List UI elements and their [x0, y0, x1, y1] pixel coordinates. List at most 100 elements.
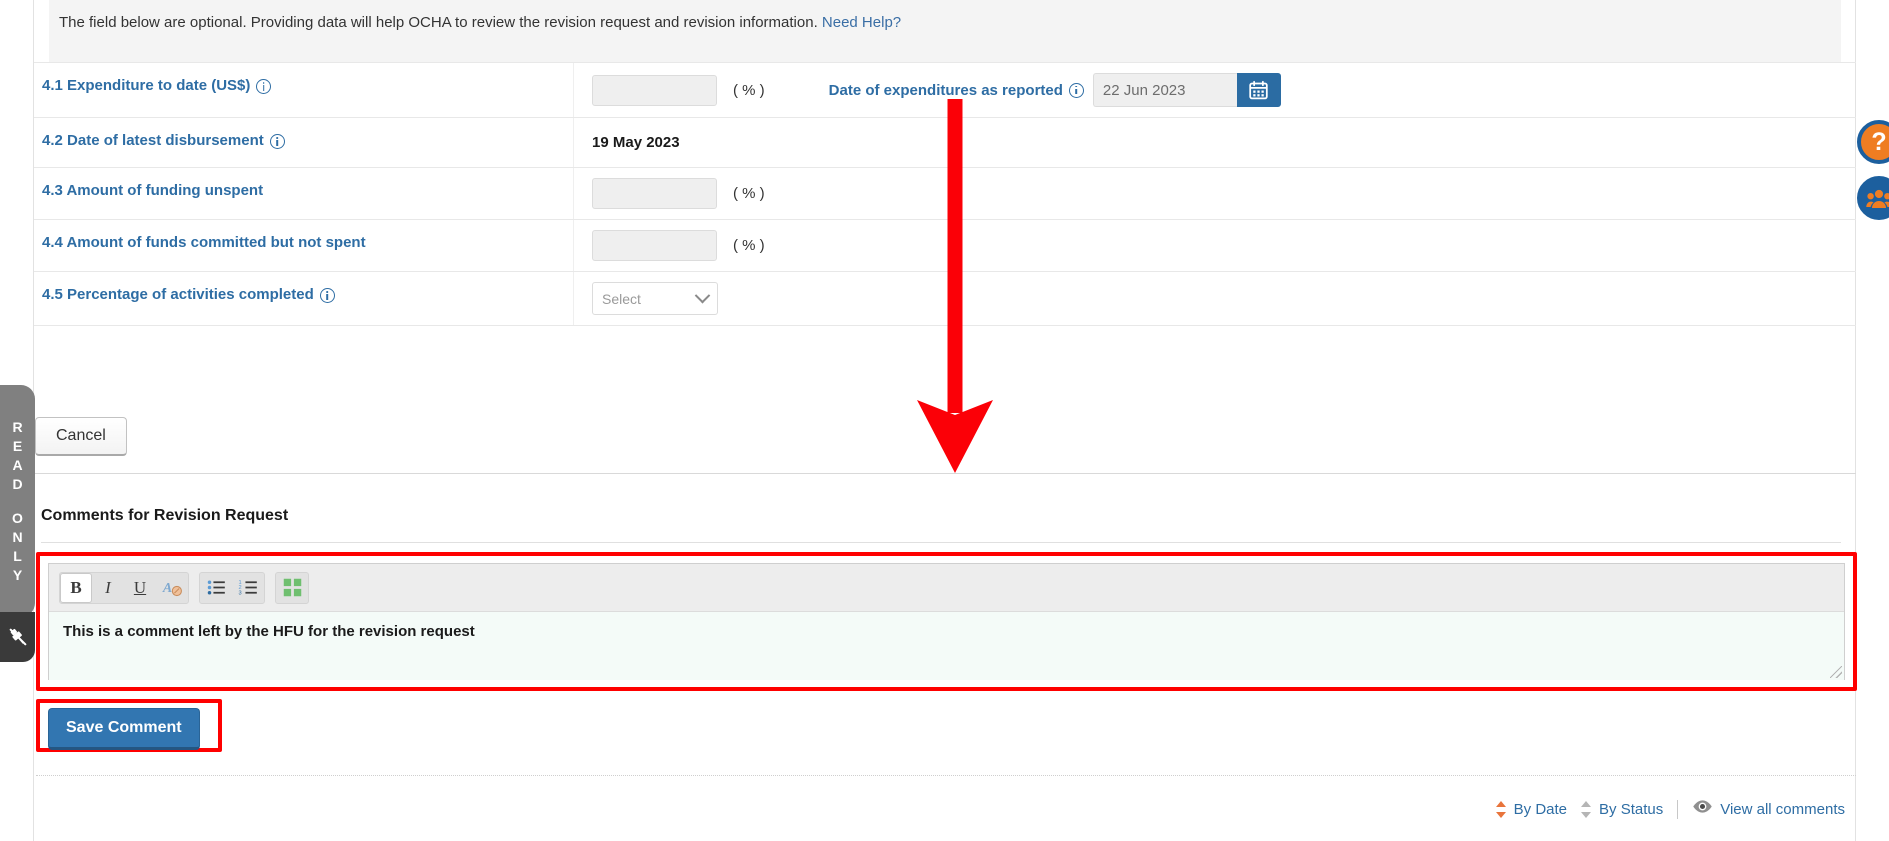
read-only-letter-y: Y	[12, 567, 23, 583]
field-label-4-5: 4.5 Percentage of activities completed	[42, 286, 335, 305]
date-of-expenditures-label: Date of expenditures as reported	[829, 82, 1084, 99]
field-label-4-3: 4.3 Amount of funding unspent	[42, 182, 263, 201]
underline-button[interactable]: U	[124, 573, 156, 603]
table-row-4-4: 4.4 Amount of funds committed but not sp…	[34, 220, 1856, 272]
bottom-divider	[36, 775, 1856, 776]
percentage-activities-select-value: Select	[602, 290, 641, 307]
comments-sort-bar: By Date By Status View all comments	[1495, 799, 1845, 819]
table-row-4-1: 4.1 Expenditure to date (US$) ( % ) Date…	[34, 62, 1856, 118]
cancel-button[interactable]: Cancel	[35, 417, 127, 456]
users-floating-button[interactable]	[1857, 176, 1889, 220]
percentage-activities-select[interactable]: Select	[592, 282, 718, 315]
bold-glyph: B	[70, 577, 82, 597]
underline-glyph: U	[133, 577, 147, 597]
question-mark-icon: ?	[1871, 127, 1887, 156]
comment-textarea[interactable]: This is a comment left by the HFU for th…	[49, 612, 1844, 680]
page-root: The field below are optional. Providing …	[0, 0, 1889, 841]
row-value-cell-4-4: ( % )	[574, 220, 1856, 271]
field-label-4-2: 4.2 Date of latest disbursement	[42, 132, 285, 151]
comments-section-title: Comments for Revision Request	[41, 507, 289, 524]
read-only-letter-n: N	[12, 529, 23, 545]
info-banner-text: The field below are optional. Providing …	[59, 13, 901, 33]
view-all-comments-label: View all comments	[1720, 800, 1845, 818]
date-of-expenditures-input[interactable]	[1092, 73, 1237, 107]
info-icon[interactable]	[256, 78, 272, 94]
read-only-letter-d: D	[12, 476, 23, 492]
maximize-button[interactable]	[276, 573, 308, 603]
save-comment-button[interactable]: Save Comment	[48, 708, 200, 750]
numbered-list-button[interactable]: 1 2 3	[232, 573, 264, 603]
read-only-letter-o: O	[12, 510, 23, 526]
read-only-tab[interactable]: R E A D O N L Y	[0, 385, 35, 617]
field-label-text-4-4: 4.4 Amount of funds committed but not sp…	[42, 234, 366, 251]
sort-by-status-button[interactable]: By Status	[1581, 800, 1664, 818]
row-label-cell-4-4: 4.4 Amount of funds committed but not sp…	[34, 220, 574, 271]
row-value-cell-4-5: Select	[574, 272, 1856, 325]
italic-glyph: I	[105, 577, 111, 597]
info-icon[interactable]	[319, 287, 335, 303]
view-all-comments-button[interactable]: View all comments	[1692, 799, 1845, 819]
read-only-letter-l: L	[13, 548, 22, 564]
remove-format-button[interactable]: A	[156, 573, 188, 603]
field-label-text-4-3: 4.3 Amount of funding unspent	[42, 182, 264, 199]
percent-suffix-4-3: ( % )	[733, 185, 765, 202]
row-label-cell-4-5: 4.5 Percentage of activities completed	[34, 272, 574, 325]
field-label-text-4-2: 4.2 Date of latest disbursement	[42, 132, 264, 149]
table-row-4-5: 4.5 Percentage of activities completed S…	[34, 272, 1856, 326]
comment-text: This is a comment left by the HFU for th…	[63, 623, 475, 640]
table-row-4-2: 4.2 Date of latest disbursement 19 May 2…	[34, 118, 1856, 168]
row-label-cell-4-3: 4.3 Amount of funding unspent	[34, 168, 574, 219]
field-label-4-1: 4.1 Expenditure to date (US$)	[42, 77, 272, 96]
optional-fields-table: 4.1 Expenditure to date (US$) ( % ) Date…	[34, 62, 1856, 326]
resize-handle[interactable]	[1830, 666, 1842, 678]
comments-divider	[41, 542, 1841, 543]
percent-suffix-4-4: ( % )	[733, 237, 765, 254]
toolbar-separator	[1677, 799, 1679, 819]
info-banner: The field below are optional. Providing …	[49, 0, 1841, 62]
editor-toolbar-group-lists: 1 2 3	[199, 571, 265, 604]
sort-by-date-button[interactable]: By Date	[1495, 800, 1568, 818]
row-value-cell-4-2: 19 May 2023	[574, 118, 1856, 167]
svg-text:3: 3	[238, 590, 241, 596]
date-input-group	[1092, 73, 1281, 107]
bold-button[interactable]: B	[60, 572, 92, 603]
calendar-icon[interactable]	[1236, 73, 1281, 107]
date-of-expenditures-label-text: Date of expenditures as reported	[828, 81, 1063, 99]
row-label-cell-4-2: 4.2 Date of latest disbursement	[34, 118, 574, 167]
field-label-text-4-5: 4.5 Percentage of activities completed	[42, 286, 314, 303]
percent-suffix-4-1: ( % )	[733, 81, 765, 99]
editor-toolbar-group-view	[275, 571, 309, 604]
italic-button[interactable]: I	[92, 573, 124, 603]
info-icon[interactable]	[269, 133, 285, 149]
funds-committed-not-spent-input[interactable]	[592, 230, 717, 261]
latest-disbursement-value: 19 May 2023	[592, 134, 680, 151]
info-banner-message: The field below are optional. Providing …	[59, 14, 818, 31]
sort-arrows-icon	[1581, 800, 1592, 818]
svg-text:A: A	[162, 581, 172, 596]
editor-toolbar: B I U A 1 2 3	[49, 564, 1844, 612]
row-label-cell-4-1: 4.1 Expenditure to date (US$)	[34, 63, 574, 117]
help-floating-button[interactable]: ?	[1857, 120, 1889, 164]
form-actions-zone: Cancel	[34, 400, 1856, 474]
read-only-letter-e: E	[12, 438, 23, 454]
pin-icon[interactable]	[0, 612, 35, 662]
date-of-expenditures-block: Date of expenditures as reported	[829, 73, 1281, 107]
sort-by-status-label: By Status	[1599, 800, 1664, 818]
sort-by-date-label: By Date	[1513, 800, 1568, 818]
chevron-down-icon	[694, 287, 711, 304]
sort-arrows-icon	[1495, 800, 1507, 818]
read-only-letter-r: R	[12, 419, 23, 435]
funding-unspent-input[interactable]	[592, 178, 717, 209]
eye-icon	[1692, 799, 1713, 819]
table-row-4-3: 4.3 Amount of funding unspent ( % )	[34, 168, 1856, 220]
field-label-text-4-1: 4.1 Expenditure to date (US$)	[42, 77, 251, 94]
read-only-letter-a: A	[12, 457, 23, 473]
editor-toolbar-group-text: B I U A	[59, 571, 189, 604]
bullet-list-button[interactable]	[200, 573, 232, 603]
row-value-cell-4-1: ( % ) Date of expenditures as reported	[574, 63, 1856, 117]
expenditure-to-date-input[interactable]	[592, 74, 717, 106]
need-help-link[interactable]: Need Help?	[822, 14, 901, 31]
comment-editor: B I U A 1 2 3 This is a comment left by …	[48, 563, 1845, 680]
info-icon[interactable]	[1068, 82, 1084, 98]
row-value-cell-4-3: ( % )	[574, 168, 1856, 219]
